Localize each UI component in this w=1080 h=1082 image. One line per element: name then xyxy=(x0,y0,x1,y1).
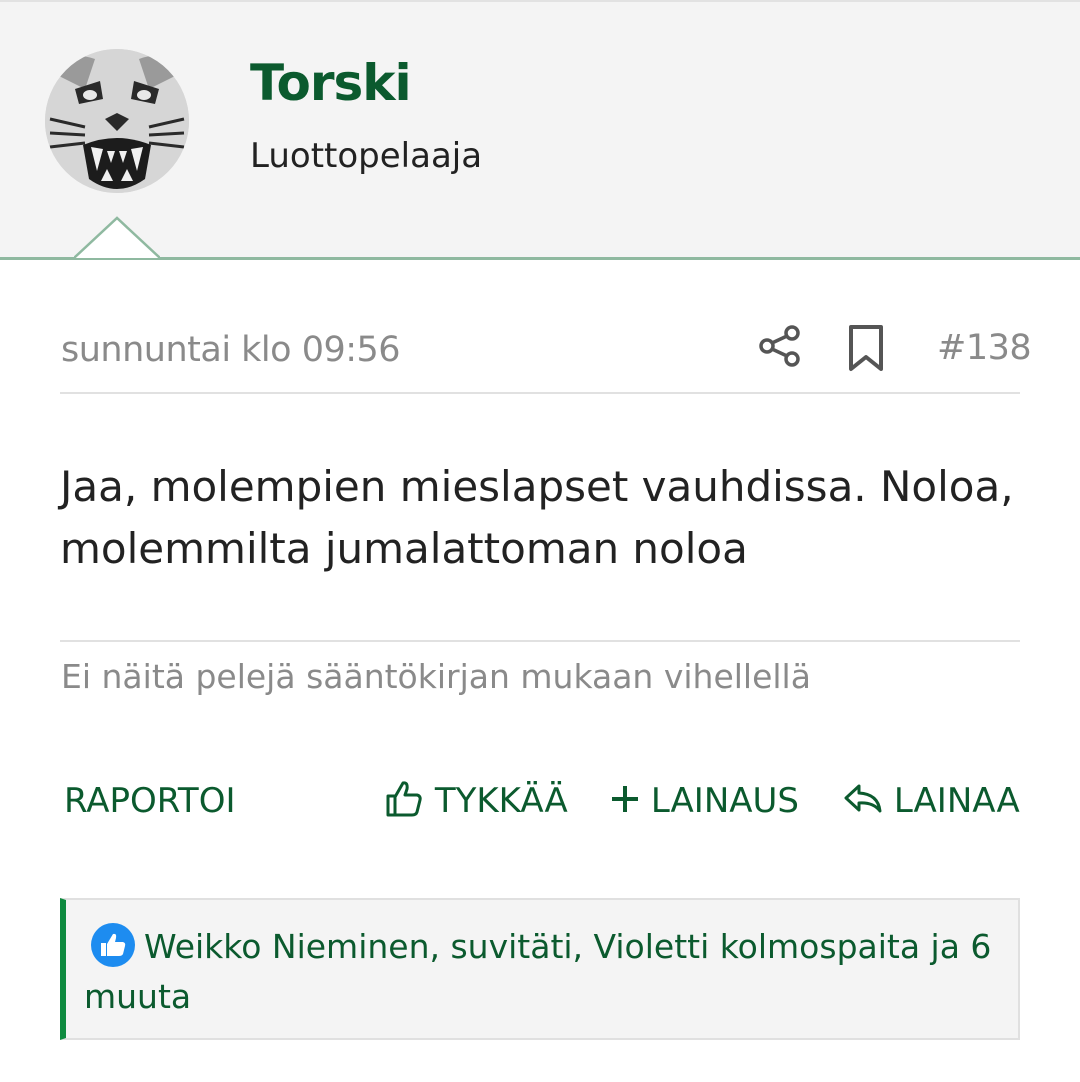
likes-text[interactable]: Weikko Nieminen, suvitäti, Violetti kolm… xyxy=(84,922,1004,1022)
multiquote-label: LAINAUS xyxy=(650,781,799,821)
user-header: Torski Luottopelaaja xyxy=(0,0,1080,260)
quote-reply-button[interactable]: LAINAA xyxy=(843,778,1020,824)
thumbs-up-icon xyxy=(386,781,422,817)
meta-divider xyxy=(60,392,1020,394)
user-rank: Luottopelaaja xyxy=(250,136,483,176)
post-date: sunnuntai klo 09:56 xyxy=(61,330,401,370)
quote-reply-label: LAINAA xyxy=(893,781,1020,821)
header-divider xyxy=(0,257,1080,260)
post-number[interactable]: #138 xyxy=(937,328,1032,368)
share-icon[interactable] xyxy=(757,323,803,369)
post-body: Jaa, molempien mieslapset vauhdissa. Nol… xyxy=(60,462,1014,573)
report-button[interactable]: RAPORTOI xyxy=(64,778,235,824)
user-signature: Ei näitä pelejä sääntökirjan mukaan vihe… xyxy=(61,657,811,696)
multiquote-button[interactable]: LAINAUS xyxy=(610,778,799,824)
tiger-face-icon xyxy=(45,49,189,193)
reply-arrow-icon xyxy=(844,784,882,813)
report-label: RAPORTOI xyxy=(64,781,236,821)
bookmark-icon[interactable] xyxy=(846,324,886,372)
user-avatar[interactable] xyxy=(45,49,189,193)
username[interactable]: Torski xyxy=(250,54,412,112)
header-pointer xyxy=(74,216,160,259)
like-label: TYKKÄÄ xyxy=(434,781,568,821)
plus-icon xyxy=(612,786,638,812)
like-button[interactable]: TYKKÄÄ xyxy=(384,778,568,824)
likes-summary[interactable]: Weikko Nieminen, suvitäti, Violetti kolm… xyxy=(60,898,1020,1040)
forum-post: Torski Luottopelaaja sunnuntai klo 09:56… xyxy=(0,0,1080,1082)
signature-divider xyxy=(60,640,1020,642)
